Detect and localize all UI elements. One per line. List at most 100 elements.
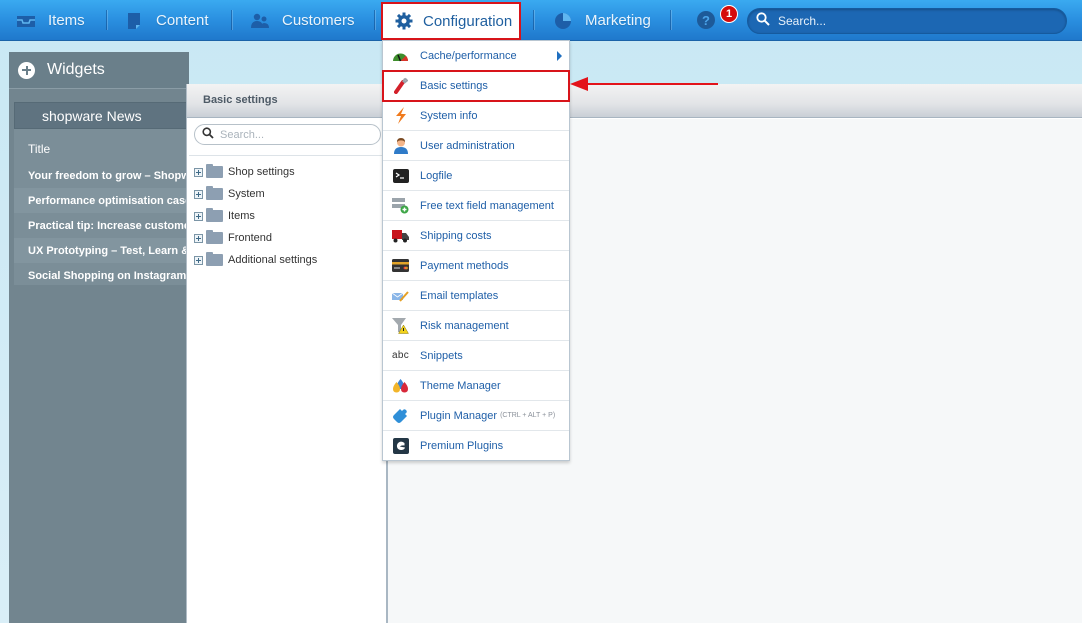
menu-item-label: Free text field management bbox=[420, 199, 554, 212]
expand-icon[interactable] bbox=[194, 233, 203, 243]
keyboard-shortcut: (CTRL + ALT + P) bbox=[500, 412, 556, 419]
menu-item-user-administration[interactable]: User administration bbox=[383, 131, 569, 161]
global-search[interactable] bbox=[747, 8, 1067, 34]
credit-card-icon bbox=[392, 257, 409, 274]
menu-item-label: Theme Manager bbox=[420, 379, 501, 392]
tree-node-label: Additional settings bbox=[228, 254, 318, 266]
top-navigation-bar: Items Content Customers Configuration Ma… bbox=[0, 0, 1082, 41]
user-icon bbox=[392, 137, 409, 154]
lightning-icon bbox=[392, 107, 409, 124]
menu-item-risk-management[interactable]: Risk management bbox=[383, 311, 569, 341]
menu-item-label: Snippets bbox=[420, 349, 463, 362]
menu-item-label: Payment methods bbox=[420, 259, 509, 272]
tree-node-shop-settings[interactable]: Shop settings bbox=[189, 161, 387, 183]
menu-item-label: Basic settings bbox=[420, 79, 488, 92]
tree-node-frontend[interactable]: Frontend bbox=[189, 227, 387, 249]
menu-item-label: Shipping costs bbox=[420, 229, 492, 242]
settings-tree-panel: Shop settings System Items Frontend Addi bbox=[189, 119, 387, 623]
terminal-icon bbox=[392, 167, 409, 184]
news-column-header: Title bbox=[28, 142, 51, 156]
menu-item-cache-performance[interactable]: Cache/performance bbox=[383, 41, 569, 71]
abc-icon: abc bbox=[391, 350, 410, 361]
color-drops-icon bbox=[392, 377, 409, 394]
nav-customers-label: Customers bbox=[282, 12, 355, 29]
expand-icon[interactable] bbox=[194, 189, 203, 199]
document-icon bbox=[124, 11, 144, 31]
menu-item-basic-settings[interactable]: Basic settings bbox=[382, 70, 570, 102]
tree-node-label: Shop settings bbox=[228, 166, 295, 178]
nav-separator bbox=[670, 10, 671, 30]
menu-item-label: Cache/performance bbox=[420, 49, 517, 62]
filter-warning-icon bbox=[392, 317, 409, 334]
add-widget-icon[interactable] bbox=[18, 61, 35, 79]
news-row[interactable]: Practical tip: Increase customer bbox=[14, 213, 189, 238]
nav-items-label: Items bbox=[48, 12, 85, 29]
folder-icon bbox=[206, 230, 223, 244]
inbox-icon bbox=[16, 11, 36, 31]
widgets-header: Widgets bbox=[9, 52, 189, 89]
expand-icon[interactable] bbox=[194, 211, 203, 221]
news-row[interactable]: Performance optimisation case bbox=[14, 188, 189, 213]
menu-item-theme-manager[interactable]: Theme Manager bbox=[383, 371, 569, 401]
tree-node-additional-settings[interactable]: Additional settings bbox=[189, 249, 387, 271]
tree-search[interactable] bbox=[194, 124, 381, 145]
tree-node-items[interactable]: Items bbox=[189, 205, 387, 227]
nav-marketing[interactable]: Marketing bbox=[553, 0, 651, 41]
menu-item-payment-methods[interactable]: Payment methods bbox=[383, 251, 569, 281]
search-icon bbox=[202, 126, 214, 144]
tree-node-label: Frontend bbox=[228, 232, 273, 244]
menu-item-label: Logfile bbox=[420, 169, 453, 182]
menu-item-snippets[interactable]: abc Snippets bbox=[383, 341, 569, 371]
nav-configuration[interactable]: Configuration bbox=[381, 2, 521, 40]
nav-marketing-label: Marketing bbox=[585, 12, 651, 29]
menu-item-plugin-manager[interactable]: Plugin Manager (CTRL + ALT + P) bbox=[383, 401, 569, 431]
annotation-arrow-line bbox=[585, 83, 718, 85]
menu-item-label: Plugin Manager bbox=[420, 409, 498, 422]
nav-content[interactable]: Content bbox=[124, 0, 209, 41]
add-field-icon bbox=[392, 197, 409, 214]
gear-icon bbox=[395, 12, 413, 30]
window-title: Basic settings bbox=[203, 94, 278, 106]
menu-item-label: User administration bbox=[420, 139, 515, 152]
folder-icon bbox=[206, 208, 223, 222]
news-widget-title: shopware News bbox=[14, 102, 189, 129]
tree-node-label: System bbox=[228, 188, 265, 200]
news-row[interactable]: Your freedom to grow – Shopware bbox=[14, 163, 189, 188]
nav-content-label: Content bbox=[156, 12, 209, 29]
expand-icon[interactable] bbox=[194, 255, 203, 265]
help-icon[interactable]: ? bbox=[697, 11, 715, 29]
tree-node-system[interactable]: System bbox=[189, 183, 387, 205]
menu-item-email-templates[interactable]: Email templates bbox=[383, 281, 569, 311]
nav-separator bbox=[533, 10, 534, 30]
basic-settings-window: Basic settings Shop settings System bbox=[186, 84, 1082, 623]
menu-item-free-text-field-management[interactable]: Free text field management bbox=[383, 191, 569, 221]
truck-icon bbox=[392, 227, 409, 244]
folder-icon bbox=[206, 252, 223, 266]
submenu-arrow-icon bbox=[557, 51, 562, 61]
menu-item-label: Risk management bbox=[420, 319, 509, 332]
users-icon bbox=[250, 11, 270, 31]
email-edit-icon bbox=[392, 287, 409, 304]
menu-item-premium-plugins[interactable]: Premium Plugins bbox=[383, 431, 569, 461]
window-header[interactable]: Basic settings bbox=[187, 84, 1082, 118]
nav-customers[interactable]: Customers bbox=[250, 0, 355, 41]
search-icon bbox=[756, 11, 770, 31]
news-row[interactable]: UX Prototyping – Test, Learn & Iterate bbox=[14, 238, 189, 263]
widgets-panel: Widgets shopware News Title Your freedom… bbox=[9, 52, 189, 623]
nav-separator bbox=[374, 10, 375, 30]
notification-badge[interactable]: 1 bbox=[720, 5, 738, 23]
menu-item-logfile[interactable]: Logfile bbox=[383, 161, 569, 191]
shopware-logo-icon bbox=[392, 438, 409, 455]
tree-search-input[interactable] bbox=[220, 128, 370, 141]
news-widget: shopware News Title Your freedom to grow… bbox=[14, 102, 189, 285]
menu-item-shipping-costs[interactable]: Shipping costs bbox=[383, 221, 569, 251]
global-search-input[interactable] bbox=[778, 14, 1048, 28]
expand-icon[interactable] bbox=[194, 167, 203, 177]
news-row[interactable]: Social Shopping on Instagram bbox=[14, 263, 189, 288]
menu-item-label: System info bbox=[420, 109, 478, 122]
annotation-arrow-icon bbox=[570, 77, 588, 91]
nav-items[interactable]: Items bbox=[16, 0, 85, 41]
menu-item-label: Email templates bbox=[420, 289, 499, 302]
menu-item-system-info[interactable]: System info bbox=[383, 101, 569, 131]
tree-node-label: Items bbox=[228, 210, 255, 222]
